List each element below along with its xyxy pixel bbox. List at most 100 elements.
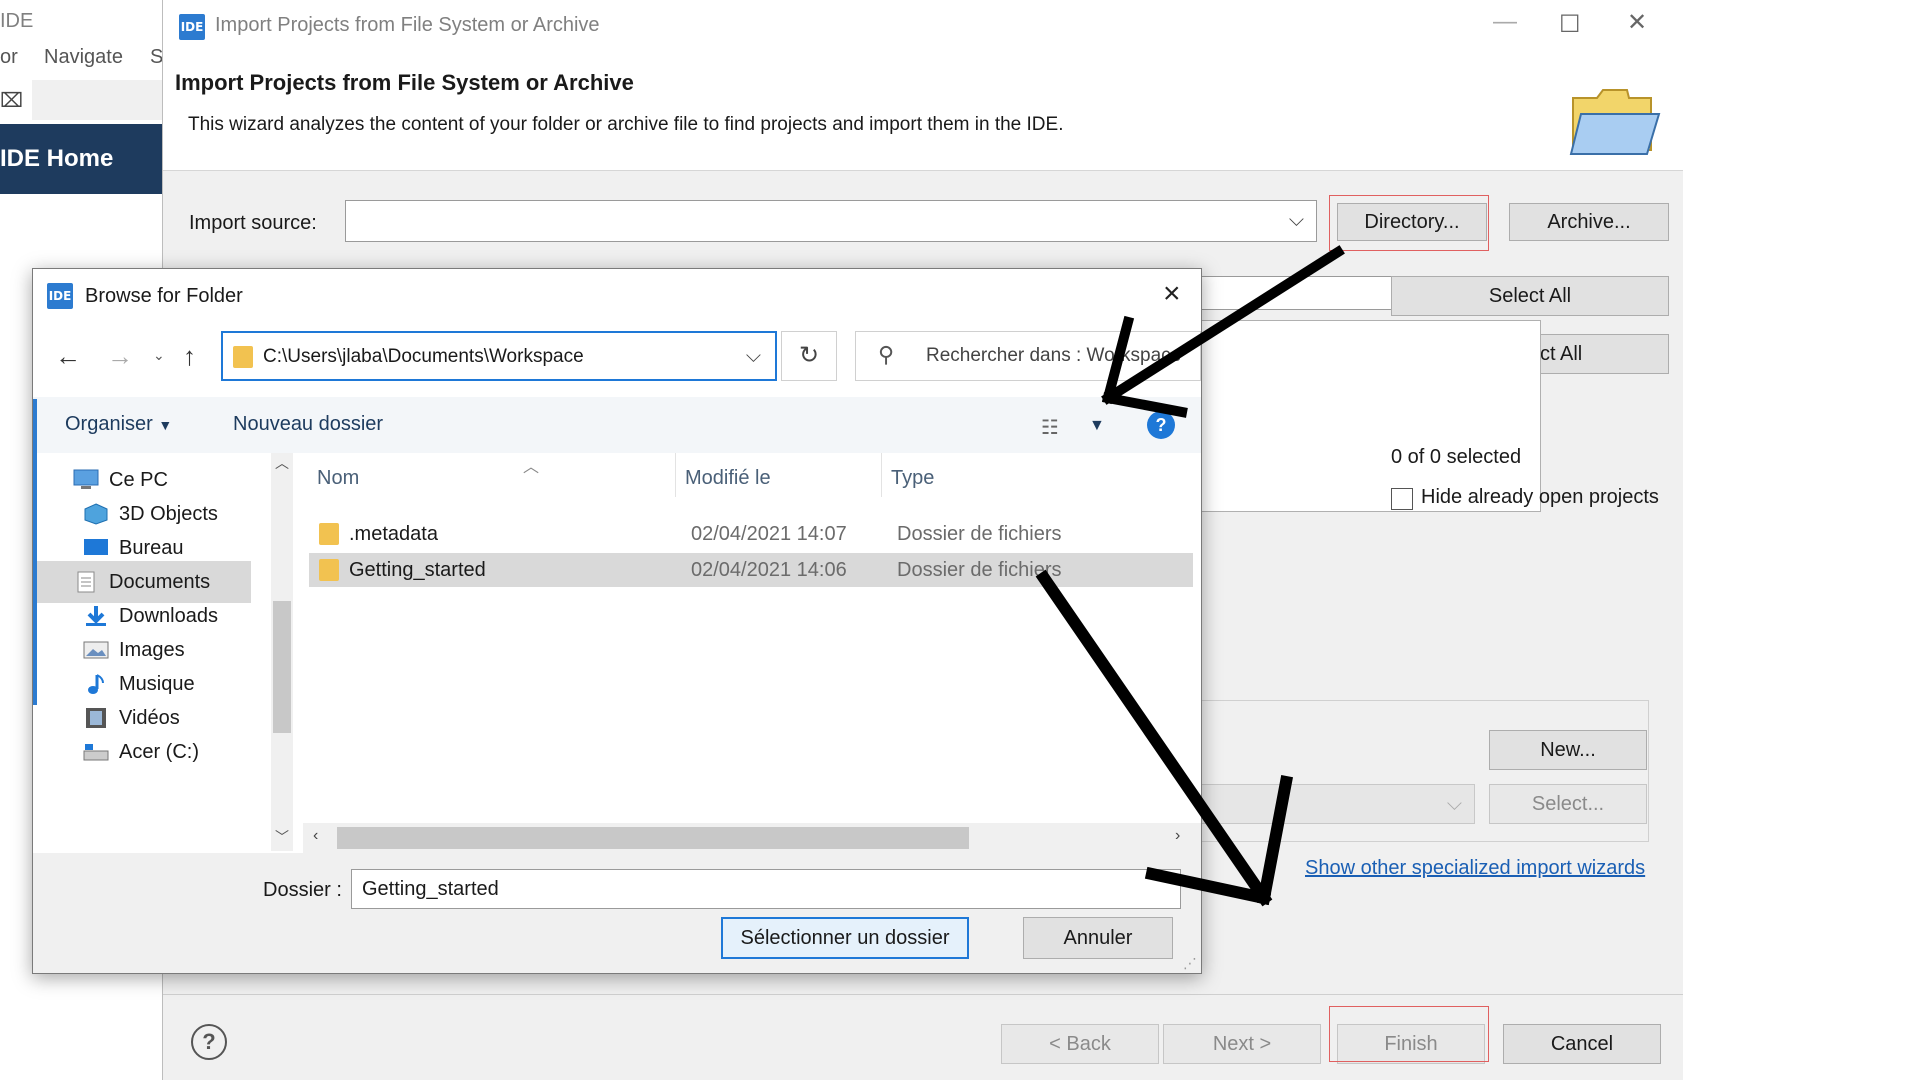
ide-logo-icon: IDE: [179, 14, 205, 40]
project-list[interactable]: [1183, 320, 1541, 512]
file-name: .metadata: [349, 523, 438, 545]
drive-icon: [83, 744, 109, 761]
nav-scrollbar[interactable]: ︿ ﹀: [271, 453, 293, 851]
hide-open-label: Hide already open projects: [1421, 486, 1659, 508]
chevron-down-icon[interactable]: ⌵: [746, 345, 761, 368]
scroll-left-icon[interactable]: ‹: [313, 827, 318, 845]
help-icon[interactable]: ?: [1147, 411, 1175, 439]
select-all-button[interactable]: Select All: [1391, 276, 1669, 316]
nav-item-label: Acer (C:): [119, 741, 199, 763]
file-type: Dossier de fichiers: [897, 523, 1062, 545]
import-header: Import Projects from File System or Arch…: [163, 52, 1683, 171]
dossier-label: Dossier :: [263, 879, 342, 901]
column-header-modifie[interactable]: Modifié le: [685, 467, 771, 490]
recent-locations-icon[interactable]: ⌄: [153, 347, 165, 364]
working-set-combo[interactable]: ⌵: [1183, 784, 1475, 824]
navigation-pane: Ce PC 3D Objects Bureau Documents Downlo…: [33, 399, 287, 853]
ide-title: IDE: [0, 10, 34, 32]
file-list-pane: ︿ Nom Modifié le Type .metadata 02/04/20…: [303, 453, 1201, 823]
folder-icon: [1569, 89, 1661, 155]
computer-icon: [73, 469, 99, 489]
specialized-wizards-link[interactable]: Show other specialized import wizards: [1305, 857, 1645, 880]
help-icon[interactable]: ?: [191, 1024, 227, 1060]
caret-down-icon[interactable]: ▼: [1089, 417, 1105, 435]
select-folder-button[interactable]: Sélectionner un dossier: [721, 917, 969, 959]
import-description: This wizard analyzes the content of your…: [188, 114, 1064, 135]
new-folder-button[interactable]: Nouveau dossier: [233, 413, 383, 436]
column-header-nom[interactable]: Nom: [317, 467, 359, 490]
view-options-icon[interactable]: ☷: [1041, 415, 1059, 440]
file-type: Dossier de fichiers: [897, 559, 1062, 581]
next-button[interactable]: Next >: [1163, 1024, 1321, 1064]
folder-icon: [233, 346, 253, 368]
forward-arrow-icon[interactable]: →: [107, 341, 133, 372]
chevron-down-icon[interactable]: ⌵: [1289, 209, 1304, 232]
file-row-metadata[interactable]: .metadata 02/04/2021 14:07 Dossier de fi…: [309, 517, 1193, 551]
ide-home-tab[interactable]: IDE Home: [0, 124, 162, 194]
back-arrow-icon[interactable]: ←: [55, 341, 81, 372]
close-icon[interactable]: ✕: [1627, 8, 1647, 37]
selected-count: 0 of 0 selected: [1391, 446, 1522, 468]
address-bar[interactable]: C:\Users\jlaba\Documents\Workspace ⌵: [221, 331, 777, 381]
column-separator: [881, 453, 882, 497]
ide-logo-icon: IDE: [47, 283, 73, 309]
back-button[interactable]: < Back: [1001, 1024, 1159, 1064]
column-header-type[interactable]: Type: [891, 467, 934, 490]
up-arrow-icon[interactable]: ↑: [183, 341, 196, 372]
scroll-thumb[interactable]: [337, 827, 969, 849]
file-name: Getting_started: [349, 559, 486, 581]
browse-dialog-title: Browse for Folder: [85, 285, 243, 307]
pane-accent: [33, 399, 37, 705]
scroll-down-icon[interactable]: ﹀: [275, 827, 289, 847]
desktop-icon: [84, 539, 108, 555]
column-separator: [675, 453, 676, 497]
sort-ascending-icon: ︿: [523, 459, 540, 476]
menu-item-navigate[interactable]: Navigate: [44, 46, 123, 69]
import-window-title: Import Projects from File System or Arch…: [215, 14, 600, 36]
import-titlebar: IDE Import Projects from File System or …: [163, 0, 1683, 52]
footer-divider: [163, 994, 1683, 995]
close-tab-icon[interactable]: ⌧: [0, 88, 23, 113]
search-icon: ⚲: [878, 342, 895, 367]
archive-button[interactable]: Archive...: [1509, 203, 1669, 241]
resize-grip-icon[interactable]: ⋰: [1183, 955, 1197, 972]
scroll-thumb[interactable]: [273, 601, 291, 733]
folder-toolbar: [33, 397, 1201, 453]
organiser-label: Organiser: [65, 413, 153, 435]
folder-icon: [319, 559, 339, 581]
minimize-icon[interactable]: —: [1493, 8, 1517, 36]
file-modified: 02/04/2021 14:07: [691, 523, 847, 545]
new-working-set-button[interactable]: New...: [1489, 730, 1647, 770]
maximize-icon[interactable]: ☐: [1559, 10, 1581, 39]
video-icon: [86, 708, 106, 728]
menu-item-1[interactable]: or: [0, 46, 18, 69]
folder-name-input[interactable]: Getting_started: [351, 869, 1181, 909]
search-placeholder: Rechercher dans : Workspace: [926, 345, 1182, 366]
search-input[interactable]: ⚲ Rechercher dans : Workspace: [855, 331, 1201, 381]
cancel-button[interactable]: Cancel: [1503, 1024, 1661, 1064]
file-row-getting-started[interactable]: Getting_started 02/04/2021 14:06 Dossier…: [309, 553, 1193, 587]
browse-for-folder-dialog: IDE Browse for Folder × ← → ⌄ ↑ C:\Users…: [32, 268, 1202, 974]
scroll-right-icon[interactable]: ›: [1175, 827, 1180, 845]
select-working-set-button[interactable]: Select...: [1489, 784, 1647, 824]
image-icon: [83, 641, 109, 659]
import-heading: Import Projects from File System or Arch…: [175, 70, 634, 95]
cube-icon: [84, 503, 108, 525]
download-icon: [86, 606, 106, 626]
caret-down-icon: ▼: [158, 417, 173, 433]
scroll-up-icon[interactable]: ︿: [275, 453, 289, 473]
hide-open-checkbox[interactable]: [1391, 488, 1413, 510]
tab-bar: [32, 80, 162, 120]
refresh-icon[interactable]: ↻: [781, 331, 837, 381]
file-modified: 02/04/2021 14:06: [691, 559, 847, 581]
annuler-button[interactable]: Annuler: [1023, 917, 1173, 959]
import-source-combo[interactable]: ⌵: [345, 200, 1317, 242]
music-icon: [88, 674, 104, 694]
horizontal-scrollbar[interactable]: ‹ ›: [303, 823, 1201, 853]
close-icon[interactable]: ×: [1163, 277, 1181, 311]
address-text: C:\Users\jlaba\Documents\Workspace: [263, 346, 584, 367]
organiser-menu[interactable]: Organiser ▼: [65, 413, 172, 436]
import-source-label: Import source:: [189, 212, 317, 234]
chevron-down-icon: ⌵: [1446, 793, 1462, 815]
document-icon: [77, 571, 95, 593]
